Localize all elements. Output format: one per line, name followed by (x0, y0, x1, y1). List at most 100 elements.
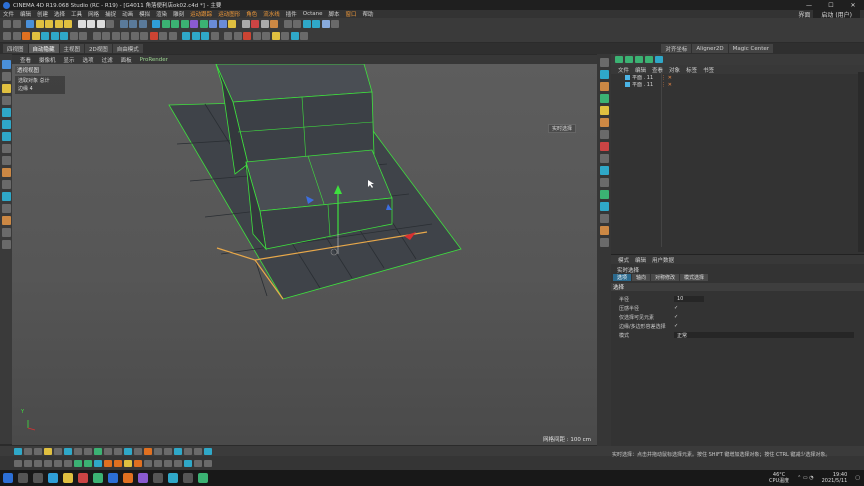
make-editable-icon[interactable] (1, 60, 11, 69)
object-row[interactable]: 平面 . 11 ⋮ ✕ (611, 74, 864, 81)
plugin-tool-icon-6[interactable] (331, 20, 339, 28)
menu-pipeline[interactable]: 流水线 (260, 10, 283, 18)
plugin-icon-f[interactable] (300, 32, 308, 40)
extrude-icon[interactable] (121, 32, 129, 40)
edge-tool-icon[interactable] (1, 120, 11, 129)
x-axis-icon[interactable] (77, 20, 86, 28)
windows-start-icon[interactable] (3, 473, 13, 483)
playback-icon-8[interactable] (84, 459, 92, 467)
search-icon[interactable] (18, 473, 28, 483)
om-tool-icon-3[interactable] (635, 56, 643, 63)
timeline-icon-10[interactable] (104, 447, 112, 455)
playback-icon-1[interactable] (14, 459, 22, 467)
optimize-icon[interactable] (224, 32, 232, 40)
playback-icon-9[interactable] (94, 459, 102, 467)
texture-tool-icon[interactable] (1, 84, 11, 93)
playback-icon-17[interactable] (174, 459, 182, 467)
loop-select-icon[interactable] (92, 32, 101, 40)
snap-toggle-icon[interactable] (1, 180, 11, 189)
menu-render[interactable]: 渲染 (153, 10, 170, 18)
render-view-icon[interactable] (119, 20, 128, 28)
pen-spline-icon[interactable] (161, 20, 170, 28)
om-menu-view[interactable]: 查看 (649, 66, 666, 74)
strip-tool-icon-3[interactable] (599, 82, 609, 91)
timeline-icon-8[interactable] (84, 447, 92, 455)
am-menu-user-data[interactable]: 用户数据 (649, 256, 677, 264)
app-icon-gray[interactable] (153, 473, 163, 483)
viewport-menu-filter[interactable]: 过滤 (98, 56, 117, 64)
strip-tool-icon-14[interactable] (599, 214, 609, 223)
playback-icon-14[interactable] (144, 459, 152, 467)
polygon-tool-icon[interactable] (1, 132, 11, 141)
menu-edit[interactable]: 编辑 (17, 10, 34, 18)
strip-tool-icon-1[interactable] (599, 58, 609, 67)
plugin-icon-d[interactable] (281, 32, 289, 40)
plugin-tool-icon-2[interactable] (293, 20, 301, 28)
tab-four-views[interactable]: 四视图 (3, 44, 28, 53)
om-menu-file[interactable]: 文件 (615, 66, 632, 74)
bevel-icon[interactable] (140, 32, 148, 40)
recent-tool-icon[interactable] (64, 20, 72, 28)
timeline-icon-4[interactable] (44, 447, 52, 455)
polygons-mode-icon[interactable] (60, 32, 68, 40)
menu-select[interactable]: 选择 (51, 10, 68, 18)
weld-icon[interactable] (149, 32, 158, 40)
grid-icon[interactable] (210, 32, 219, 40)
app-icon-gray-2[interactable] (183, 473, 193, 483)
viewport-menu-options[interactable]: 选项 (79, 56, 98, 64)
object-row[interactable]: 平面 . 11 ⋮ ✕ (611, 81, 864, 88)
points-mode-icon[interactable] (41, 32, 49, 40)
strip-tool-icon-15[interactable] (599, 226, 609, 235)
menu-motion-tracking[interactable]: 运动跟踪 (187, 10, 215, 18)
extra-tool-icon[interactable] (1, 240, 11, 249)
enable-axis-icon[interactable] (1, 156, 11, 165)
octane-live-viewer-icon[interactable] (241, 20, 250, 28)
timeline-icon-20[interactable] (204, 447, 212, 455)
timeline-icon-19[interactable] (194, 447, 202, 455)
plugin-tool-icon-3[interactable] (302, 20, 311, 28)
strip-tool-icon-2[interactable] (599, 70, 609, 79)
tweak-icon[interactable] (1, 168, 11, 177)
om-tool-icon-1[interactable] (615, 56, 623, 63)
octane-light-icon[interactable] (270, 20, 278, 28)
timeline-icon-15[interactable] (154, 447, 162, 455)
tolerant-selection-checkbox[interactable]: ✓ (674, 323, 678, 329)
menu-sculpt[interactable]: 雕刻 (170, 10, 187, 18)
tab-symmetry[interactable]: 对称修改 (651, 274, 680, 281)
am-menu-mode[interactable]: 模式 (615, 256, 632, 264)
coordinate-system-icon[interactable] (106, 20, 114, 28)
strip-tool-icon-7[interactable] (599, 130, 609, 139)
paint-icon[interactable] (1, 228, 11, 237)
strip-tool-icon-11[interactable] (599, 178, 609, 187)
camera-icon[interactable] (218, 20, 227, 28)
only-visible-checkbox[interactable]: ✓ (674, 314, 678, 320)
plugin-icon-e[interactable] (290, 32, 299, 40)
menu-mograph[interactable]: 运动图形 (215, 10, 243, 18)
playback-icon-20[interactable] (204, 459, 212, 467)
app-icon-purple[interactable] (138, 473, 148, 483)
plugin-tool-icon-4[interactable] (312, 20, 320, 28)
array-icon[interactable] (180, 20, 189, 28)
bridge-icon[interactable] (159, 32, 167, 40)
strip-tool-icon-4[interactable] (599, 94, 609, 103)
app-icon-red[interactable] (78, 473, 88, 483)
menu-tools[interactable]: 工具 (68, 10, 85, 18)
z-axis-icon[interactable] (96, 20, 105, 28)
tab-main-view[interactable]: 主视图 (59, 44, 85, 53)
octane-settings-icon[interactable] (251, 20, 259, 28)
timeline-icon-13[interactable] (134, 447, 142, 455)
floor-icon[interactable] (209, 20, 217, 28)
playback-icon-15[interactable] (154, 459, 162, 467)
menu-help[interactable]: 帮助 (360, 10, 377, 18)
texture-mode-icon[interactable] (69, 32, 78, 40)
menu-octane[interactable]: Octane (300, 11, 326, 17)
playback-icon-13[interactable] (134, 459, 142, 467)
om-tool-icon-5[interactable] (655, 56, 663, 63)
playback-icon-18[interactable] (184, 459, 192, 467)
snap-icon[interactable] (182, 32, 190, 40)
tab-aligner2d[interactable]: Aligner2D (692, 44, 728, 53)
viewport-menu-cameras[interactable]: 摄像机 (35, 56, 60, 64)
timeline-icon-9[interactable] (94, 447, 102, 455)
object-mode-icon[interactable] (31, 32, 40, 40)
viewport-menu-display[interactable]: 显示 (60, 56, 79, 64)
